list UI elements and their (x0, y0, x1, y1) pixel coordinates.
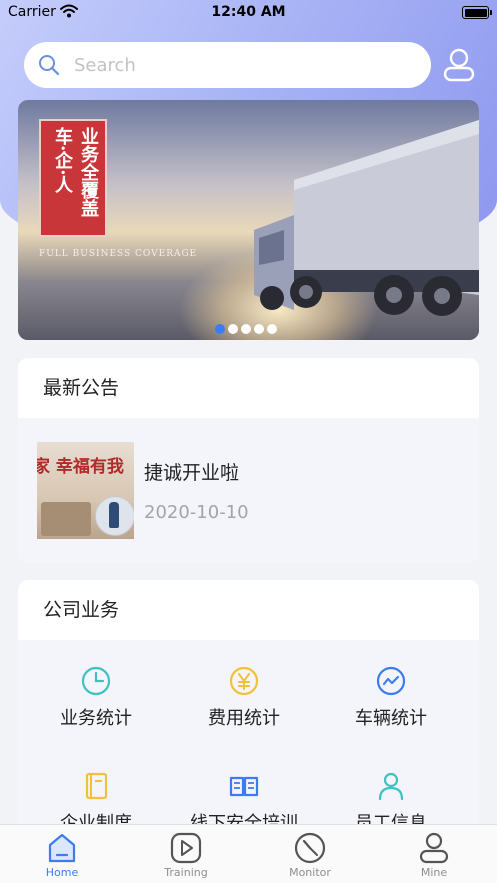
yuan-icon (228, 665, 260, 697)
search-input[interactable] (74, 42, 414, 88)
notice-title: 捷诚开业啦 (144, 462, 240, 484)
trend-icon (375, 665, 407, 697)
search-icon (38, 54, 60, 80)
banner-seal: 车·企·人 业务全覆盖 (39, 119, 107, 237)
pie-chart-icon (80, 665, 112, 697)
tab-mine[interactable]: Mine (389, 831, 479, 879)
banner-subtitle: FULL BUSINESS COVERAGE (39, 249, 198, 259)
grid-item-label: 费用统计 (208, 708, 280, 729)
notice-item[interactable]: 家 幸福有我 捷诚开业啦 2020-10-10 (18, 418, 479, 562)
business-section-title: 公司业务 (43, 599, 120, 621)
open-book-icon (228, 770, 260, 802)
tab-label: Training (164, 866, 208, 879)
book-icon (80, 770, 112, 802)
search-bar[interactable] (24, 42, 431, 88)
carousel-dot[interactable] (215, 324, 225, 334)
promo-banner[interactable]: 车·企·人 业务全覆盖 FULL BUSINESS COVERAGE (18, 100, 479, 340)
user-icon (417, 831, 451, 865)
play-icon (169, 831, 203, 865)
tab-label: Monitor (289, 866, 331, 879)
grid-item-label: 车辆统计 (355, 708, 427, 729)
tab-training[interactable]: Training (141, 831, 231, 879)
carousel-dot[interactable] (254, 324, 264, 334)
tab-label: Mine (420, 866, 448, 879)
carousel-dot[interactable] (267, 324, 277, 334)
tab-home[interactable]: Home (17, 831, 107, 879)
notice-thumbnail: 家 幸福有我 (37, 442, 134, 539)
notice-section-title: 最新公告 (43, 377, 120, 399)
grid-item-expense-stats[interactable]: 费用统计 (169, 665, 319, 730)
carousel-dot[interactable] (228, 324, 238, 334)
home-icon (45, 831, 79, 865)
truck-image (254, 120, 479, 316)
grid-item-vehicle-stats[interactable]: 车辆统计 (316, 665, 466, 730)
tab-label: Home (45, 866, 79, 879)
notice-date: 2020-10-10 (144, 502, 249, 523)
tab-monitor[interactable]: Monitor (265, 831, 355, 879)
gauge-icon (293, 831, 327, 865)
grid-item-business-stats[interactable]: 业务统计 (21, 665, 171, 730)
carousel-dot[interactable] (241, 324, 251, 334)
status-time: 12:40 AM (211, 4, 286, 20)
user-icon[interactable] (440, 46, 478, 84)
battery-icon (462, 6, 492, 19)
business-card: 公司业务 业务统计 费用统计 车辆统计 企业制度 (18, 580, 479, 840)
status-bar: Carrier 12:40 AM (0, 0, 497, 26)
person-icon (375, 770, 407, 802)
seal-text-left: 车·企·人 (52, 127, 73, 194)
tab-bar: Home Training Monitor Mine (0, 824, 497, 883)
business-grid: 业务统计 费用统计 车辆统计 企业制度 线下安全培训 (18, 640, 479, 840)
carousel-indicator[interactable] (215, 319, 280, 334)
seal-text-right: 业务全覆盖 (78, 127, 99, 217)
notice-card: 最新公告 家 幸福有我 捷诚开业啦 2020-10-10 (18, 358, 479, 562)
grid-item-label: 业务统计 (60, 708, 132, 729)
